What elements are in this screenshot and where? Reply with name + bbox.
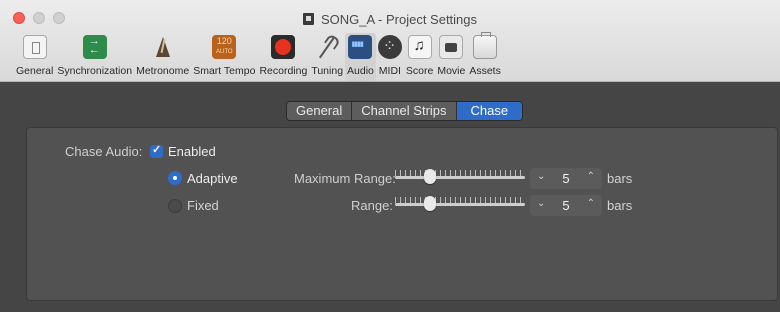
movie-camera-icon bbox=[439, 35, 464, 59]
toolbar-synchronization-label: Synchronization bbox=[57, 65, 133, 77]
maximum-range-unit: bars bbox=[607, 171, 633, 186]
toolbar-assets[interactable]: Assets bbox=[467, 32, 503, 81]
smart-tempo-icon-auto: AUTO bbox=[216, 49, 233, 55]
maximum-range-slider-knob[interactable] bbox=[424, 169, 437, 184]
briefcase-icon bbox=[473, 32, 498, 59]
midi-port-icon bbox=[377, 35, 402, 59]
toolbar-midi-label: MIDI bbox=[378, 65, 401, 77]
toolbar-score[interactable]: Score bbox=[404, 33, 435, 81]
maximum-range-slider-track bbox=[395, 176, 525, 179]
range-label: Range: bbox=[351, 198, 393, 213]
general-icon bbox=[22, 35, 47, 59]
toolbar-general-label: General bbox=[16, 65, 54, 77]
toolbar-midi[interactable]: MIDI bbox=[376, 33, 404, 81]
smart-tempo-icon: 120 AUTO bbox=[212, 35, 237, 59]
document-icon bbox=[302, 13, 314, 25]
toolbar-movie[interactable]: Movie bbox=[435, 33, 467, 81]
tab-channel-strips[interactable]: Channel Strips bbox=[352, 102, 457, 120]
enabled-label: Enabled bbox=[168, 144, 216, 159]
audio-settings-tabs: General Channel Strips Chase bbox=[286, 101, 524, 121]
toolbar-general[interactable]: General bbox=[14, 33, 55, 81]
chevron-up-icon[interactable]: ⌃ bbox=[587, 171, 595, 182]
score-note-icon bbox=[407, 35, 432, 59]
smart-tempo-icon-bpm: 120 bbox=[216, 36, 232, 46]
toolbar-recording-label: Recording bbox=[259, 65, 308, 77]
range-slider-track bbox=[395, 203, 525, 206]
range-stepper[interactable]: ⌄ 5 ⌃ bbox=[530, 195, 602, 216]
toolbar-metronome-label: Metronome bbox=[136, 65, 190, 77]
toolbar-metronome[interactable]: Metronome bbox=[134, 33, 191, 81]
maximum-range-label: Maximum Range: bbox=[294, 171, 396, 186]
window-title-container: SONG_A - Project Settings bbox=[0, 12, 780, 27]
record-icon bbox=[271, 35, 296, 59]
toolbar-audio[interactable]: Audio bbox=[345, 33, 376, 81]
synchronization-icon bbox=[82, 35, 107, 59]
range-slider-knob[interactable] bbox=[424, 196, 437, 211]
fixed-radio[interactable] bbox=[168, 199, 182, 213]
settings-content: General Channel Strips Chase Chase Audio… bbox=[0, 82, 780, 312]
metronome-icon bbox=[151, 35, 175, 59]
toolbar-score-label: Score bbox=[405, 65, 434, 77]
range-slider[interactable] bbox=[395, 196, 525, 211]
project-settings-window: SONG_A - Project Settings General Synchr… bbox=[0, 0, 780, 312]
maximum-range-slider[interactable] bbox=[395, 169, 525, 184]
maximum-range-stepper[interactable]: ⌄ 5 ⌃ bbox=[530, 168, 602, 189]
window-title: SONG_A - Project Settings bbox=[320, 12, 478, 27]
toolbar-tuning[interactable]: Tuning bbox=[309, 33, 345, 81]
chevron-up-icon[interactable]: ⌃ bbox=[587, 198, 595, 209]
title-bar: SONG_A - Project Settings General Synchr… bbox=[0, 0, 780, 82]
chase-audio-label: Chase Audio: bbox=[65, 144, 143, 159]
enabled-checkbox[interactable] bbox=[150, 143, 163, 158]
toolbar-synchronization[interactable]: Synchronization bbox=[55, 33, 134, 81]
audio-waveform-icon bbox=[348, 35, 373, 59]
fixed-label: Fixed bbox=[187, 198, 219, 213]
toolbar-movie-label: Movie bbox=[437, 65, 466, 77]
toolbar-smart-tempo[interactable]: 120 AUTO Smart Tempo bbox=[191, 33, 257, 81]
tuning-fork-icon bbox=[315, 35, 339, 59]
toolbar-smart-tempo-label: Smart Tempo bbox=[193, 65, 256, 77]
settings-toolbar: General Synchronization Metronome 120 AU… bbox=[14, 32, 503, 81]
chase-panel: Chase Audio: Enabled Adaptive Fixed Maxi… bbox=[26, 127, 778, 301]
tab-chase[interactable]: Chase bbox=[456, 102, 523, 120]
adaptive-label: Adaptive bbox=[187, 171, 238, 186]
toolbar-assets-label: Assets bbox=[469, 65, 501, 77]
toolbar-tuning-label: Tuning bbox=[311, 65, 344, 77]
toolbar-recording[interactable]: Recording bbox=[257, 33, 309, 81]
range-unit: bars bbox=[607, 198, 633, 213]
tab-general[interactable]: General bbox=[287, 102, 353, 120]
toolbar-audio-label: Audio bbox=[347, 65, 374, 77]
adaptive-radio[interactable] bbox=[168, 171, 182, 185]
